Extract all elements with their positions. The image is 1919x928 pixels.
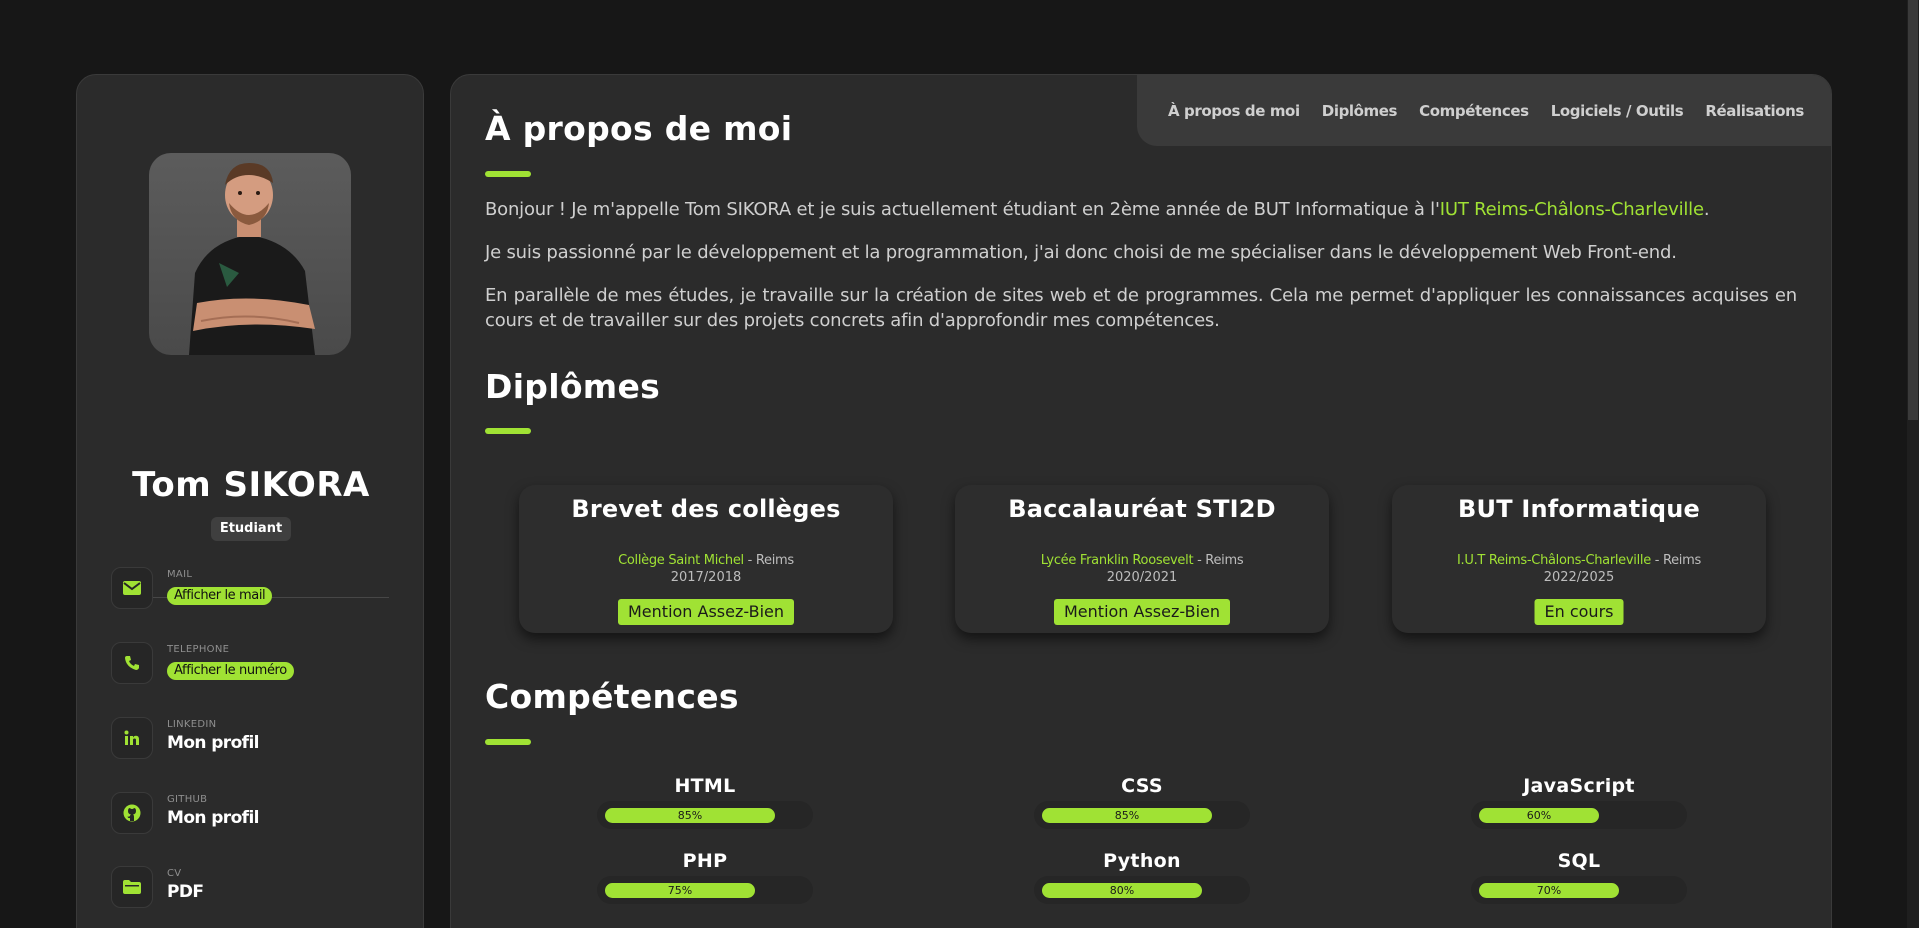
about-paragraph-2: Je suis passionné par le développement e… [485, 242, 1677, 263]
skill-php: PHP 75% [597, 850, 813, 904]
skill-progress-fill: 80% [1042, 883, 1202, 898]
github-icon [111, 792, 153, 834]
diploma-mention: En cours [1534, 599, 1624, 625]
diploma-mention: Mention Assez-Bien [1054, 599, 1230, 625]
main-content: À propos de moi Diplômes Compétences Log… [450, 74, 1832, 928]
about-paragraph-1: Bonjour ! Je m'appelle Tom SIKORA et je … [485, 197, 1797, 222]
school-name: Collège Saint Michel [618, 553, 744, 568]
skill-progress-fill: 75% [605, 883, 755, 898]
diploma-years: 2017/2018 [670, 570, 742, 585]
linkedin-icon [111, 717, 153, 759]
skill-name: PHP [682, 850, 728, 872]
phone-icon [111, 642, 153, 684]
skill-python: Python 80% [1034, 850, 1250, 904]
mail-icon [111, 567, 153, 609]
diploma-card: Baccalauréat STI2D Lycée Franklin Roosev… [955, 485, 1329, 633]
diploma-mention: Mention Assez-Bien [618, 599, 794, 625]
contact-github[interactable]: GITHUB Mon profil [111, 792, 401, 836]
skill-name: JavaScript [1523, 775, 1635, 797]
diploma-years: 2022/2025 [1543, 570, 1615, 585]
skill-progress-fill: 70% [1479, 883, 1619, 898]
skill-progress-track: 75% [597, 876, 813, 904]
skill-progress-fill: 85% [605, 808, 775, 823]
iut-link[interactable]: IUT Reims-Châlons-Charleville [1440, 199, 1704, 220]
show-phone-button[interactable]: Afficher le numéro [167, 662, 294, 680]
diploma-card: Brevet des collèges Collège Saint Michel… [519, 485, 893, 633]
contact-cv[interactable]: CV PDF [111, 866, 401, 910]
school-city: - Reims [1650, 553, 1702, 568]
skill-javascript: JavaScript 60% [1471, 775, 1687, 829]
avatar [149, 153, 351, 355]
scrollbar[interactable] [1907, 0, 1919, 928]
skill-name: SQL [1557, 850, 1601, 872]
about-p1-end: . [1703, 199, 1710, 220]
skill-name: CSS [1121, 775, 1163, 797]
about-paragraph-3: En parallèle de mes études, je travaille… [485, 285, 1797, 331]
section-title-diplomas: Diplômes [485, 367, 661, 406]
github-link[interactable]: Mon profil [167, 808, 260, 828]
about-p1-text: Bonjour ! Je m'appelle Tom SIKORA et je … [485, 199, 1440, 220]
section-underline [485, 428, 531, 434]
skill-progress-track: 70% [1471, 876, 1687, 904]
diploma-school: Collège Saint Michel - Reims [519, 553, 893, 568]
skill-progress-track: 85% [1034, 801, 1250, 829]
top-nav: À propos de moi Diplômes Compétences Log… [1137, 75, 1831, 146]
nav-item-about[interactable]: À propos de moi [1168, 102, 1300, 120]
section-title-about: À propos de moi [485, 109, 793, 148]
skill-css: CSS 85% [1034, 775, 1250, 829]
skill-html: HTML 85% [597, 775, 813, 829]
skill-name: Python [1103, 850, 1181, 872]
profile-sidebar: Tom SIKORA Etudiant MAIL Afficher le mai… [76, 74, 424, 928]
profile-name: Tom SIKORA [132, 465, 370, 505]
nav-item-projects[interactable]: Réalisations [1705, 102, 1804, 120]
section-underline [485, 171, 531, 177]
contact-label: CV [167, 868, 182, 879]
show-mail-button[interactable]: Afficher le mail [167, 587, 273, 605]
nav-item-diplomas[interactable]: Diplômes [1322, 102, 1398, 120]
diploma-years: 2020/2021 [1106, 570, 1178, 585]
diploma-title: Baccalauréat STI2D [1008, 495, 1276, 523]
scrollbar-thumb[interactable] [1908, 0, 1918, 420]
skill-name: HTML [674, 775, 736, 797]
contact-mail: MAIL Afficher le mail [111, 567, 401, 611]
school-city: - Reims [1193, 553, 1244, 568]
skill-sql: SQL 70% [1471, 850, 1687, 904]
contact-label: MAIL [167, 569, 193, 580]
contact-label: TELEPHONE [167, 644, 230, 655]
skill-progress-fill: 85% [1042, 808, 1212, 823]
linkedin-link[interactable]: Mon profil [167, 733, 260, 753]
school-name: Lycée Franklin Roosevelt [1040, 553, 1194, 568]
school-city: - Reims [743, 553, 795, 568]
section-title-skills: Compétences [485, 677, 739, 716]
diploma-card: BUT Informatique I.U.T Reims-Châlons-Cha… [1392, 485, 1766, 633]
folder-icon [111, 866, 153, 908]
diploma-title: Brevet des collèges [571, 495, 841, 523]
skill-progress-track: 60% [1471, 801, 1687, 829]
contact-label: LINKEDIN [167, 719, 217, 730]
nav-item-tools[interactable]: Logiciels / Outils [1551, 102, 1684, 120]
contact-linkedin[interactable]: LINKEDIN Mon profil [111, 717, 401, 761]
skill-progress-fill: 60% [1479, 808, 1599, 823]
diploma-school: Lycée Franklin Roosevelt - Reims [955, 553, 1329, 568]
contact-label: GITHUB [167, 794, 208, 805]
contact-phone: TELEPHONE Afficher le numéro [111, 642, 401, 686]
section-underline [485, 739, 531, 745]
cv-pdf-link[interactable]: PDF [167, 882, 204, 902]
skill-progress-track: 80% [1034, 876, 1250, 904]
school-name: I.U.T Reims-Châlons-Charleville [1457, 553, 1651, 568]
nav-item-skills[interactable]: Compétences [1419, 102, 1529, 120]
diploma-title: BUT Informatique [1458, 495, 1700, 523]
skill-progress-track: 85% [597, 801, 813, 829]
role-badge: Etudiant [211, 517, 291, 541]
diploma-school: I.U.T Reims-Châlons-Charleville - Reims [1392, 553, 1766, 568]
